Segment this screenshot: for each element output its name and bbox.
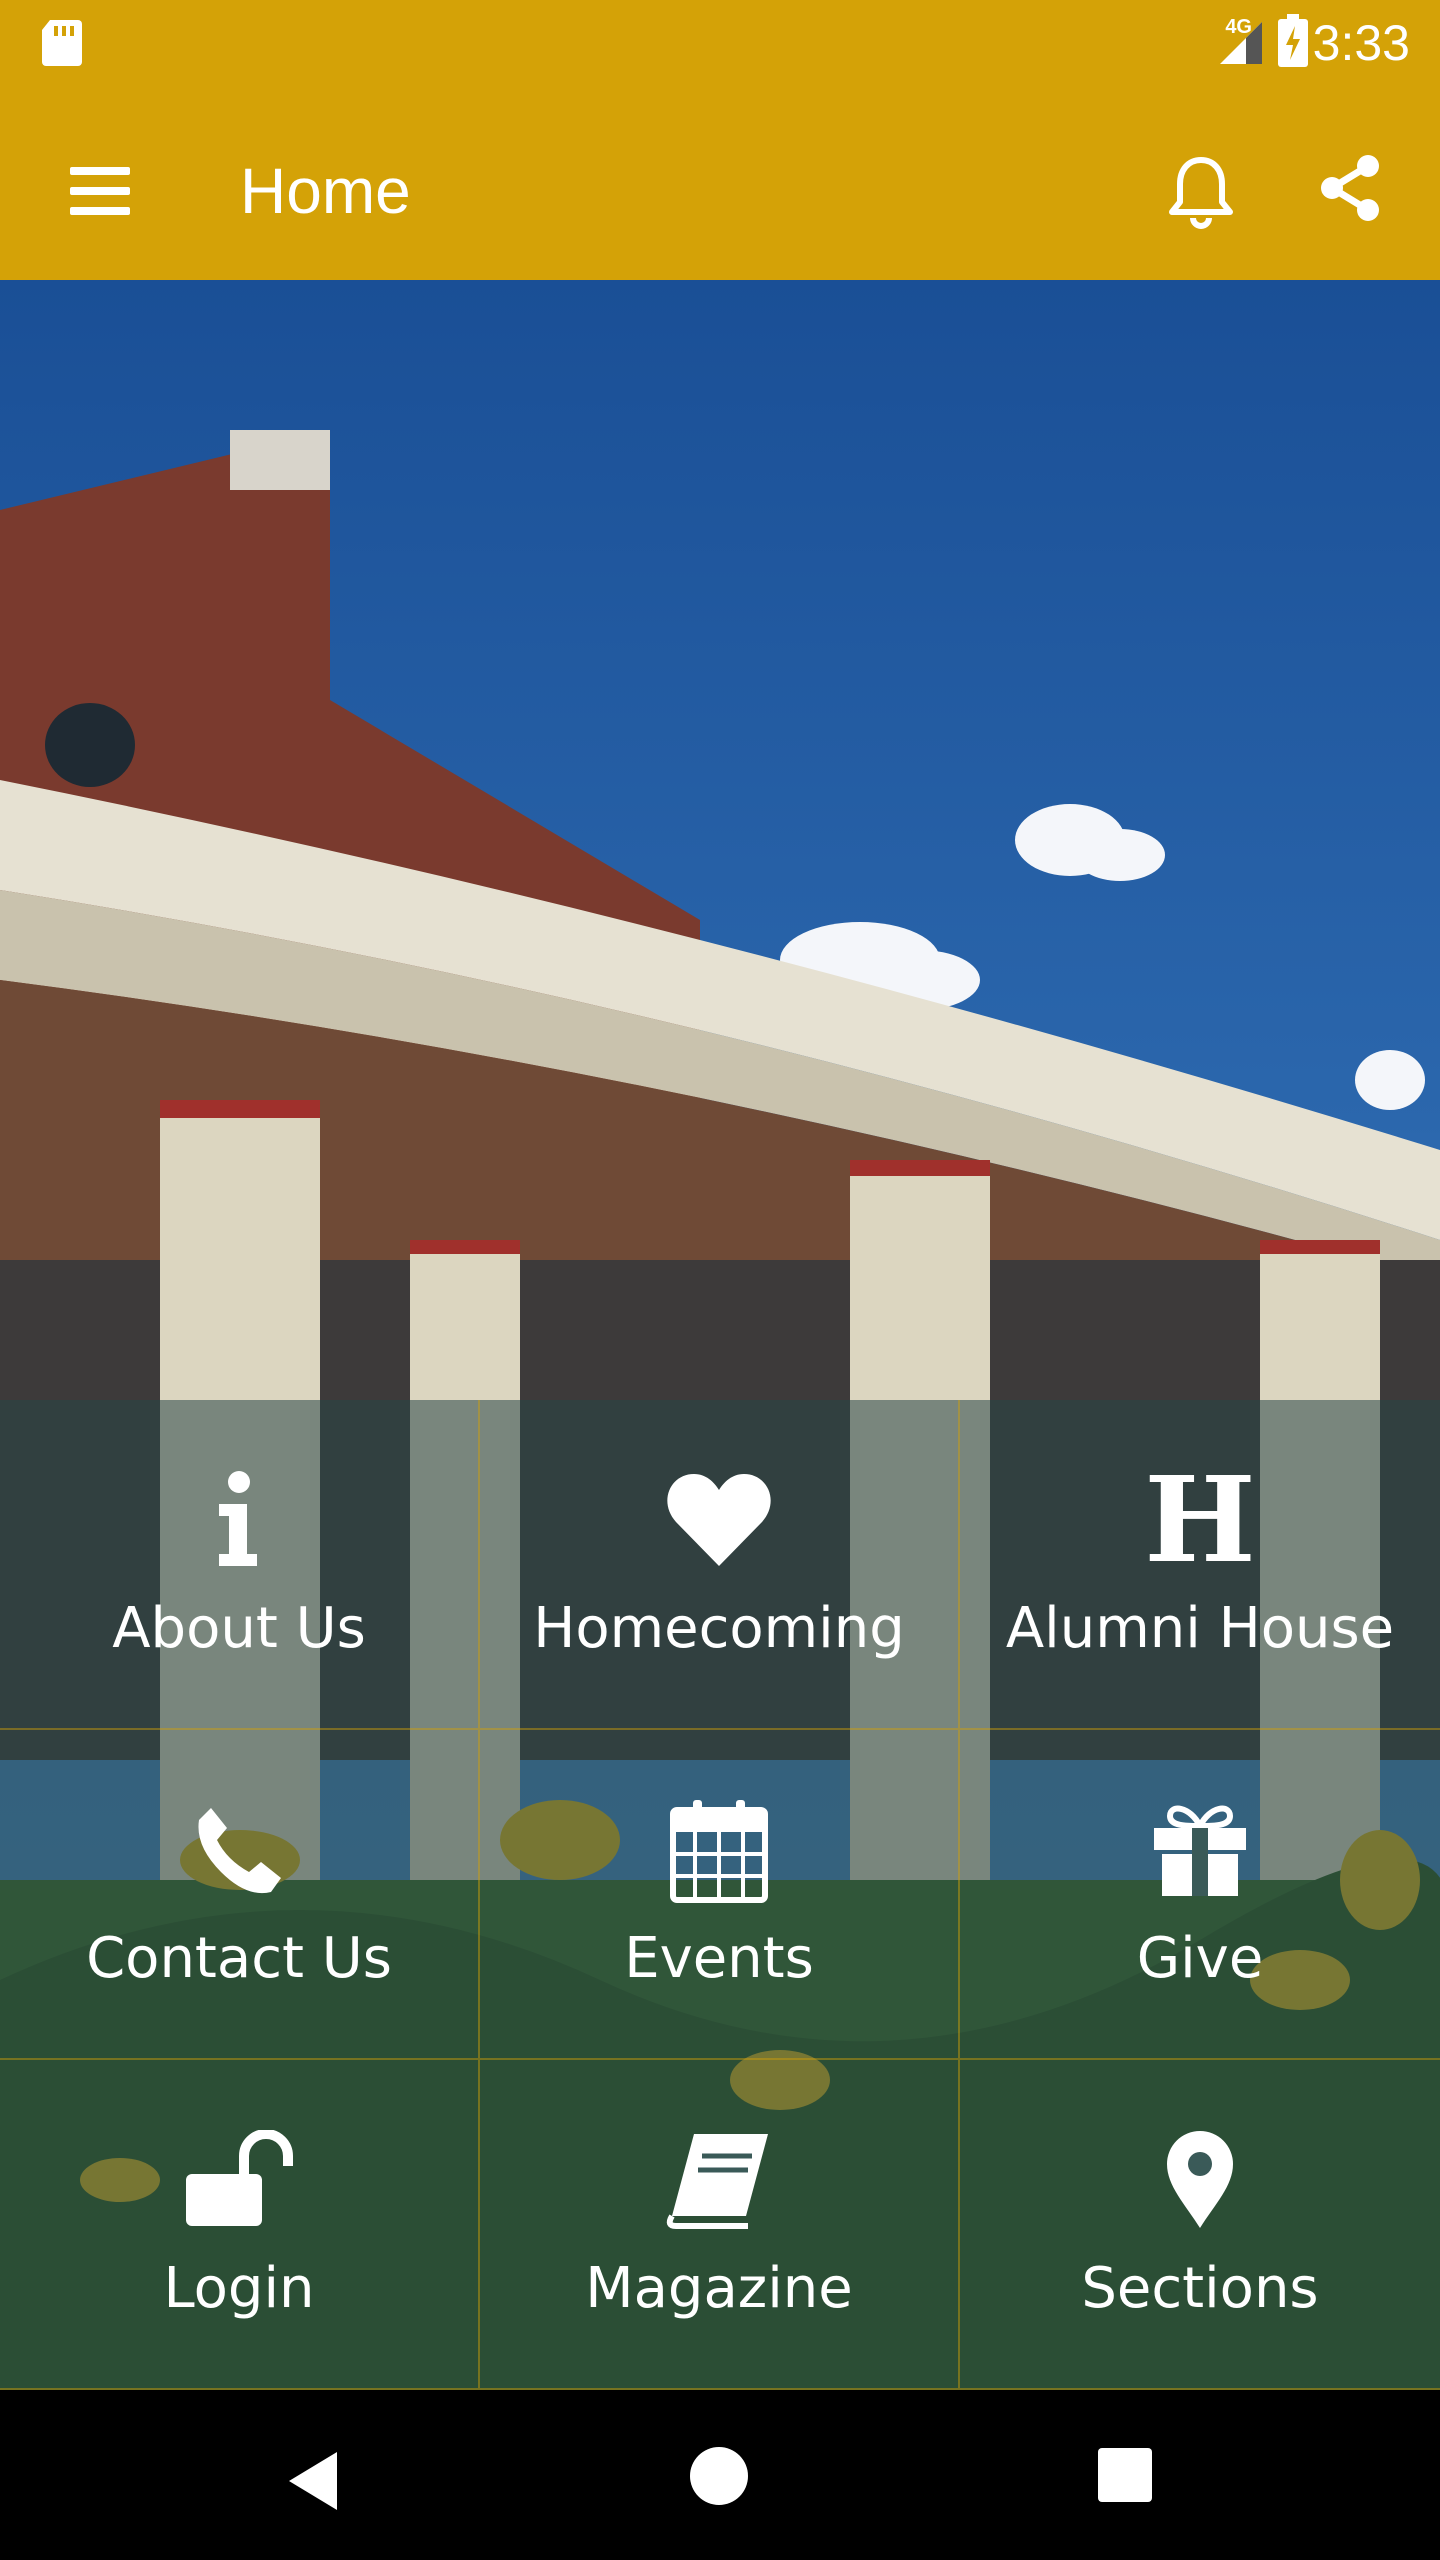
- tile-about-us[interactable]: About Us: [0, 1400, 480, 1730]
- tile-label: Magazine: [585, 2256, 853, 2321]
- page-title: Home: [240, 155, 411, 227]
- tile-label: Login: [163, 2256, 315, 2321]
- phone-icon: [198, 1808, 281, 1894]
- clock: 3:33: [1312, 15, 1410, 71]
- letter-h-icon: H: [1144, 1450, 1256, 1589]
- menu-button[interactable]: [70, 167, 130, 215]
- tile-login[interactable]: Login: [0, 2060, 480, 2390]
- notification-bell-icon[interactable]: [1166, 154, 1236, 230]
- tile-label: Alumni House: [1005, 1596, 1395, 1661]
- menu-grid: About Us Homecoming H Alumni House Conta…: [0, 1400, 1440, 2390]
- tile-sections[interactable]: Sections: [960, 2060, 1440, 2390]
- back-icon[interactable]: [285, 2450, 341, 2512]
- map-pin-icon: [1167, 2131, 1233, 2228]
- heart-icon: [667, 1474, 771, 1566]
- tile-label: Give: [1136, 1926, 1264, 1991]
- tile-contact-us[interactable]: Contact Us: [0, 1730, 480, 2060]
- gift-icon: [1154, 1805, 1246, 1896]
- unlock-icon: [186, 2130, 293, 2226]
- battery-charging-icon: [1278, 14, 1308, 67]
- app-toolbar: Home: [0, 82, 1440, 280]
- share-icon[interactable]: [1318, 154, 1382, 222]
- tile-label: Sections: [1081, 2256, 1319, 2321]
- tile-alumni-house[interactable]: H Alumni House: [960, 1400, 1440, 1730]
- tile-label: About Us: [112, 1596, 366, 1661]
- calendar-icon: [670, 1800, 768, 1903]
- tile-label: Homecoming: [533, 1596, 905, 1661]
- signal-icon: [1220, 22, 1262, 64]
- info-icon: [219, 1471, 257, 1566]
- tile-label: Contact Us: [86, 1926, 392, 1991]
- status-bar: 4G 3:33: [0, 0, 1440, 82]
- hero-image: About Us Homecoming H Alumni House Conta…: [0, 280, 1440, 2390]
- tile-homecoming[interactable]: Homecoming: [480, 1400, 960, 1730]
- recent-apps-icon[interactable]: [1098, 2448, 1152, 2502]
- tile-magazine[interactable]: Magazine: [480, 2060, 960, 2390]
- sd-card-icon: [42, 20, 82, 66]
- book-icon: [666, 2134, 768, 2229]
- tile-give[interactable]: Give: [960, 1730, 1440, 2060]
- hamburger-icon: [70, 167, 130, 175]
- tile-label: Events: [624, 1926, 814, 1991]
- home-icon[interactable]: [690, 2447, 748, 2505]
- tile-events[interactable]: Events: [480, 1730, 960, 2060]
